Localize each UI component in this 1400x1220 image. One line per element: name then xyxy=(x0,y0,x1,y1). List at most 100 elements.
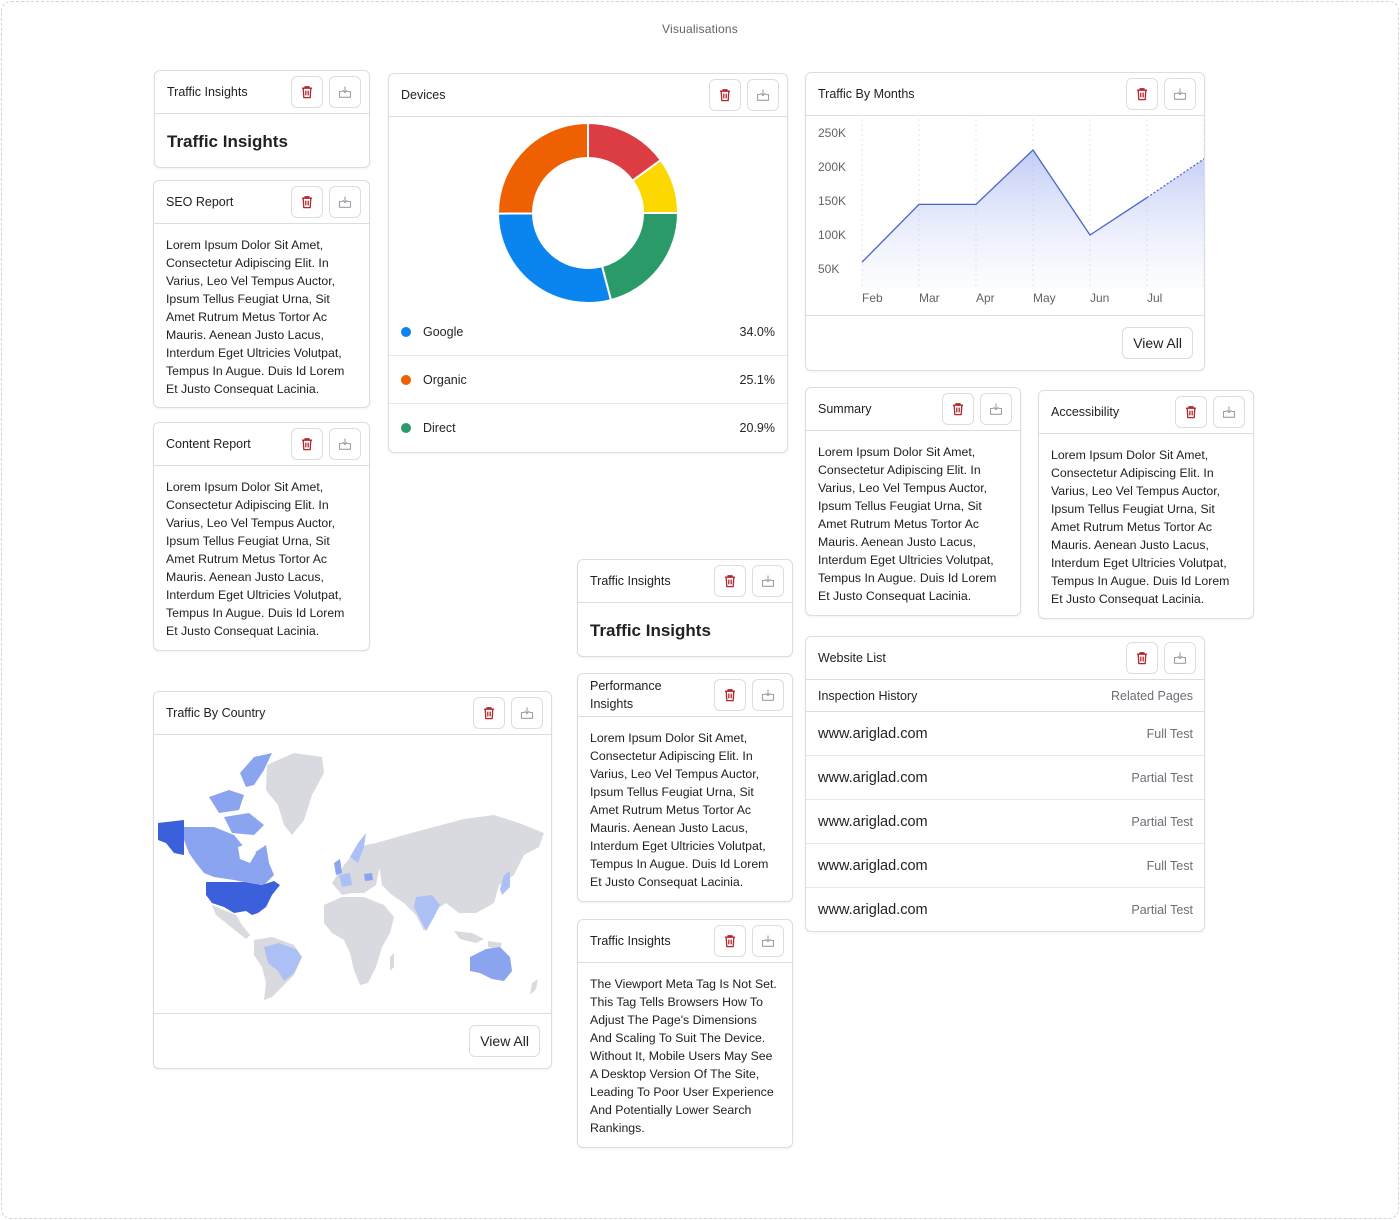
card-title: Traffic Insights xyxy=(590,574,671,588)
website-list-row[interactable]: www.ariglad.com Partial Test xyxy=(806,756,1204,800)
legend-value: 25.1% xyxy=(739,372,775,387)
y-tick-label: 250K xyxy=(818,126,846,140)
download-button[interactable] xyxy=(329,76,361,108)
download-button[interactable] xyxy=(747,79,779,111)
donut-chart-svg xyxy=(496,121,680,304)
view-all-button[interactable]: View All xyxy=(1122,327,1193,359)
traffic-insights-card: Traffic Insights Traffic Insights xyxy=(154,70,370,168)
map-region-alaska[interactable] xyxy=(158,820,184,855)
donut-slice-google[interactable] xyxy=(496,211,613,304)
devices-legend: Google 34.0% Organic 25.1% Direct 20.9% xyxy=(389,308,787,452)
legend-item: Direct 20.9% xyxy=(389,404,787,452)
map-region-uk[interactable] xyxy=(334,859,342,875)
website-url[interactable]: www.ariglad.com xyxy=(818,858,928,874)
card-body-text: Lorem Ipsum Dolor Sit Amet, Consectetur … xyxy=(818,445,997,603)
trash-icon xyxy=(302,438,312,451)
delete-button[interactable] xyxy=(291,186,323,218)
map-region-romania[interactable] xyxy=(364,873,373,881)
card-header: Accessibility xyxy=(1039,391,1253,434)
card-title: Traffic Insights xyxy=(590,934,671,948)
trash-icon xyxy=(725,689,735,702)
website-list-row[interactable]: www.ariglad.com Partial Test xyxy=(806,800,1204,844)
delete-button[interactable] xyxy=(714,565,746,597)
website-list-row[interactable]: www.ariglad.com Full Test xyxy=(806,844,1204,888)
delete-button[interactable] xyxy=(714,925,746,957)
map-region-canada-arctic[interactable] xyxy=(209,753,272,835)
data-point-mar[interactable] xyxy=(916,201,922,207)
map-region-asia[interactable] xyxy=(376,815,544,931)
download-button[interactable] xyxy=(752,925,784,957)
data-point-may[interactable] xyxy=(1030,147,1036,153)
delete-button[interactable] xyxy=(1175,396,1207,428)
map-region-indonesia[interactable] xyxy=(454,931,502,949)
download-button[interactable] xyxy=(511,697,543,729)
x-tick-label: Mar xyxy=(919,291,940,305)
card-header: Performance Insights xyxy=(578,674,792,717)
card-title: Traffic By Months xyxy=(818,87,915,101)
accessibility-card: Accessibility Lorem Ipsum Dolor Sit Amet… xyxy=(1038,390,1254,619)
performance-insights-card: Performance Insights Lorem Ipsum Dolor S… xyxy=(577,673,793,902)
delete-button[interactable] xyxy=(709,79,741,111)
area-fill xyxy=(862,150,1204,288)
website-url[interactable]: www.ariglad.com xyxy=(818,814,928,830)
website-url[interactable]: www.ariglad.com xyxy=(818,726,928,742)
card-title: Accessibility xyxy=(1051,405,1120,419)
download-button[interactable] xyxy=(1164,642,1196,674)
website-url[interactable]: www.ariglad.com xyxy=(818,902,928,918)
download-icon xyxy=(761,689,775,701)
website-url[interactable]: www.ariglad.com xyxy=(818,770,928,786)
view-all-button[interactable]: View All xyxy=(469,1025,540,1057)
map-region-madagascar[interactable] xyxy=(390,953,394,971)
data-point-apr[interactable] xyxy=(973,201,979,207)
map-region-canada[interactable] xyxy=(184,827,274,885)
donut-chart xyxy=(389,117,787,308)
legend-value: 34.0% xyxy=(739,324,775,339)
card-title: Devices xyxy=(401,88,446,102)
download-button[interactable] xyxy=(329,186,361,218)
download-button[interactable] xyxy=(752,565,784,597)
delete-button[interactable] xyxy=(942,393,974,425)
trash-icon xyxy=(1137,652,1147,665)
delete-button[interactable] xyxy=(1126,78,1158,110)
y-tick-label: 200K xyxy=(818,160,846,174)
legend-label: Organic xyxy=(423,372,467,387)
data-point-jul[interactable] xyxy=(1144,195,1150,201)
delete-button[interactable] xyxy=(473,697,505,729)
traffic-insights-card: Traffic Insights Traffic Insights xyxy=(577,559,793,657)
map-region-greenland[interactable] xyxy=(266,753,324,835)
trash-icon xyxy=(725,935,735,948)
x-tick-label: Apr xyxy=(976,291,995,305)
download-button[interactable] xyxy=(1213,396,1245,428)
legend-dot xyxy=(401,374,411,385)
donut-slice-direct[interactable] xyxy=(600,211,680,301)
download-icon xyxy=(338,86,352,98)
card-header: Website List xyxy=(806,637,1204,680)
download-button[interactable] xyxy=(980,393,1012,425)
download-icon xyxy=(1222,406,1236,418)
trash-icon xyxy=(720,89,730,102)
card-header: Devices xyxy=(389,74,787,117)
map-region-australia[interactable] xyxy=(470,947,512,981)
donut-slice-organic[interactable] xyxy=(497,121,589,215)
download-button[interactable] xyxy=(1164,78,1196,110)
legend-label: Google xyxy=(423,324,464,339)
download-icon xyxy=(756,89,770,101)
website-list-row[interactable]: www.ariglad.com Full Test xyxy=(806,712,1204,756)
download-button[interactable] xyxy=(329,428,361,460)
test-type: Full Test xyxy=(1146,858,1193,873)
devices-card: Devices Google 34.0% Organic 25.1% Direc… xyxy=(388,73,788,453)
test-type: Partial Test xyxy=(1131,814,1193,829)
card-title: Summary xyxy=(818,402,872,416)
delete-button[interactable] xyxy=(291,76,323,108)
download-button[interactable] xyxy=(752,679,784,711)
website-list-row[interactable]: www.ariglad.com Partial Test xyxy=(806,888,1204,931)
delete-button[interactable] xyxy=(291,428,323,460)
delete-button[interactable] xyxy=(1126,642,1158,674)
map-region-africa[interactable] xyxy=(324,897,394,985)
data-point-jun[interactable] xyxy=(1087,232,1093,238)
map-region-new-zealand[interactable] xyxy=(530,979,538,995)
data-point-feb[interactable] xyxy=(859,259,865,265)
delete-button[interactable] xyxy=(714,679,746,711)
download-icon xyxy=(761,935,775,947)
map-region-india[interactable] xyxy=(414,895,440,931)
